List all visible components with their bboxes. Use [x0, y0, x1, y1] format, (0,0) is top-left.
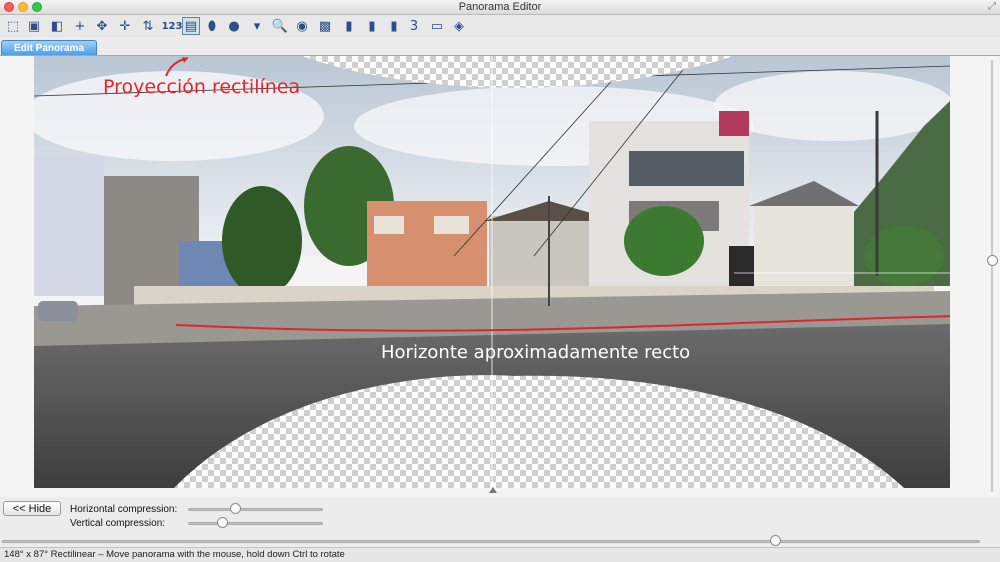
panorama-view[interactable]: Proyección rectilínea Horizonte aproxima… — [0, 56, 1000, 497]
book-icon[interactable]: ▮ — [385, 17, 403, 35]
select-arrow-icon[interactable]: ⬚ — [4, 17, 22, 35]
horizontal-compression-knob[interactable] — [230, 503, 242, 514]
window-icon[interactable]: ▭ — [428, 17, 446, 35]
dropdown-icon[interactable]: ▾ — [248, 17, 266, 35]
crop-icon[interactable]: ▣ — [25, 17, 43, 35]
layers-icon[interactable]: ◈ — [450, 17, 468, 35]
zoom-icon[interactable]: 🔍 — [271, 17, 289, 35]
fullscreen-icon[interactable]: ⤢ — [988, 1, 996, 12]
status-bar: 148° x 87° Rectilinear – Move panorama w… — [0, 547, 1000, 562]
annotation-projection-label: Proyección rectilínea — [103, 76, 301, 98]
horizontal-compression-label: Horizontal compression: — [70, 504, 178, 515]
panorama-preview-image[interactable] — [34, 56, 950, 488]
compression-controls: << Hide Horizontal compression: Vertical… — [0, 497, 1000, 547]
tab-bar: Edit Panorama — [0, 38, 1000, 56]
hide-button[interactable]: << Hide — [3, 501, 61, 516]
vertical-scroll-knob[interactable] — [987, 255, 998, 266]
cylindrical-projection-icon[interactable]: ⬮ — [203, 17, 221, 35]
center-icon[interactable]: ✛ — [116, 17, 134, 35]
vertical-scroll-track[interactable] — [991, 60, 993, 492]
move-icon[interactable]: ✥ — [93, 17, 111, 35]
horizontal-scroll-knob[interactable] — [769, 535, 781, 546]
fit-frame-icon[interactable]: ◧ — [48, 17, 66, 35]
horizontal-compression-slider[interactable] — [188, 508, 323, 511]
tab-edit-panorama[interactable]: Edit Panorama — [1, 40, 97, 55]
crosshair-icon[interactable]: + — [71, 17, 89, 35]
page-icon[interactable]: ▮ — [340, 17, 358, 35]
center-marker-icon[interactable] — [489, 487, 497, 493]
annotation-arrow-icon — [165, 57, 189, 77]
vertical-compression-slider[interactable] — [188, 522, 323, 525]
vertical-compression-label: Vertical compression: — [70, 518, 166, 529]
horizontal-scroll-track[interactable] — [2, 540, 980, 543]
annotation-horizon-label: Horizonte aproximadamente recto — [381, 342, 691, 363]
title-bar: Panorama Editor ⤢ — [0, 0, 1000, 15]
numbers-icon[interactable]: 123 — [161, 17, 183, 35]
align-icon[interactable]: ⇅ — [139, 17, 157, 35]
counter-icon[interactable]: 3 — [405, 17, 423, 35]
preview-eye-icon[interactable]: ◉ — [293, 17, 311, 35]
panorama-photo-svg — [34, 56, 950, 488]
window-title: Panorama Editor — [458, 1, 542, 13]
spherical-projection-icon[interactable]: ● — [225, 17, 243, 35]
frame-icon[interactable]: ▩ — [316, 17, 334, 35]
rectilinear-projection-icon[interactable]: ▤ — [182, 17, 200, 35]
page-icon[interactable]: ▮ — [363, 17, 381, 35]
vertical-compression-knob[interactable] — [216, 517, 228, 528]
toolbar: ⬚ ▣ ◧ + ✥ ✛ ⇅ 123 ▤ ⬮ ● ▾ 🔍 ◉ ▩ ▮ ▮ ▮ 3 ▭ ◈ — [0, 15, 1000, 37]
